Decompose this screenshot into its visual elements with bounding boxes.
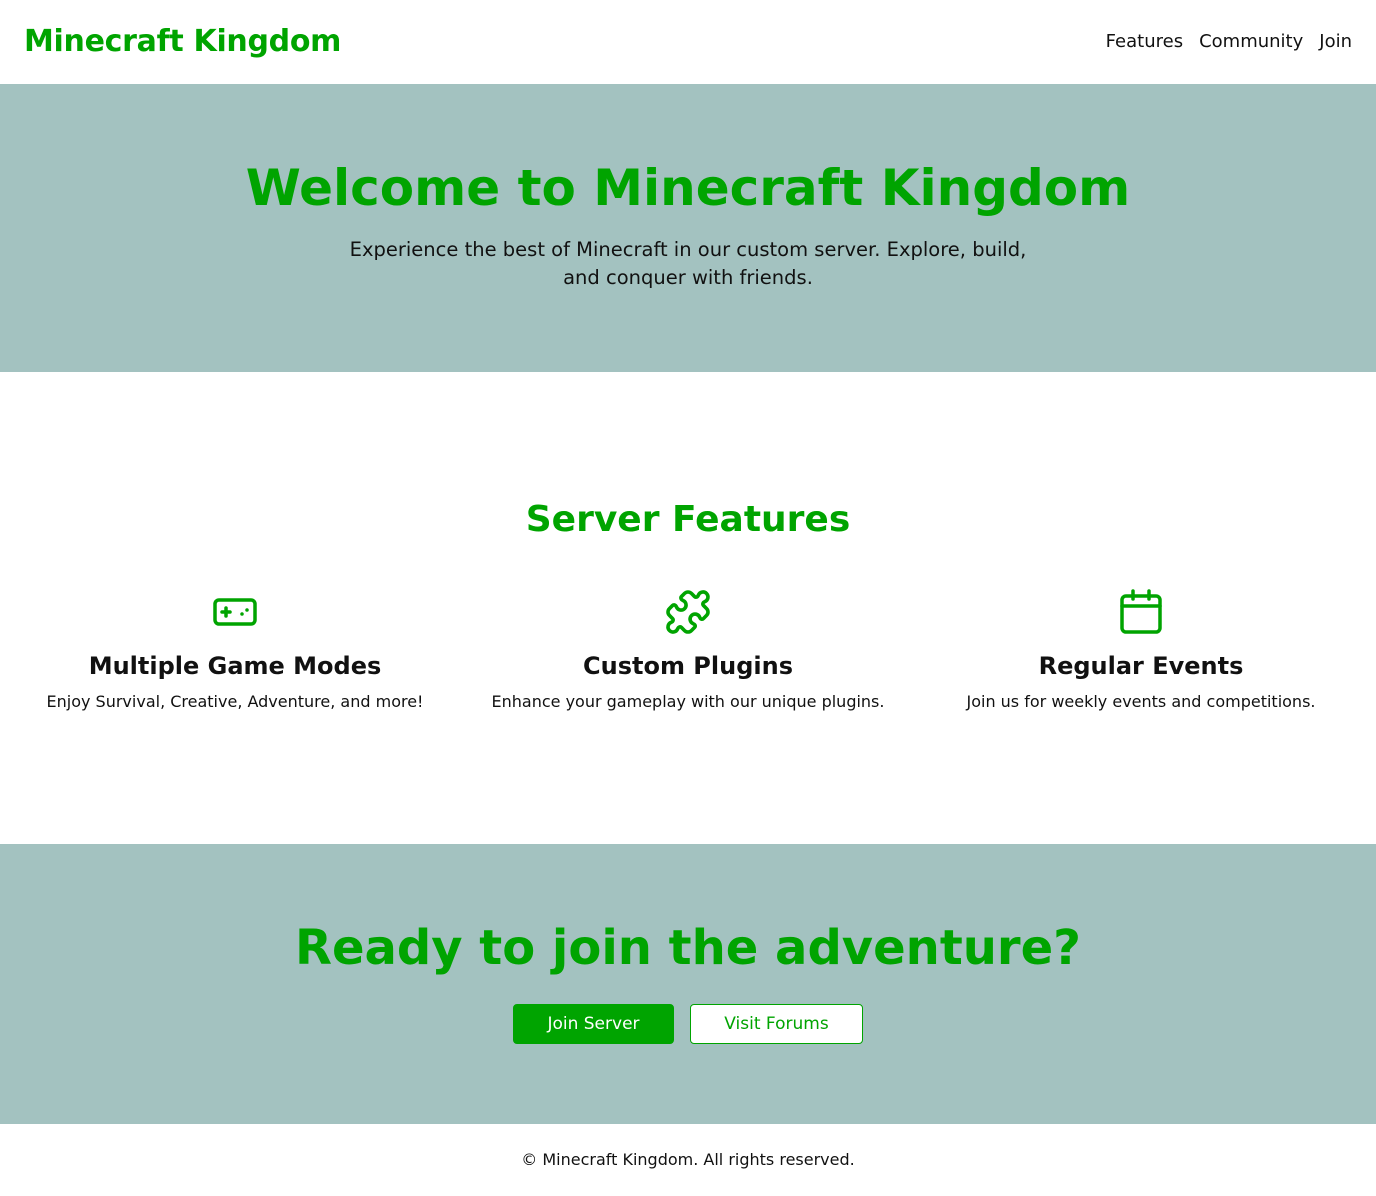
features-title: Server Features [525,499,851,540]
nav-link-features[interactable]: Features [1106,28,1183,56]
nav-link-join[interactable]: Join [1319,28,1352,56]
feature-card-game-modes: Multiple Game Modes Enjoy Survival, Crea… [9,588,461,714]
site-footer: © Minecraft Kingdom. All rights reserved… [0,1124,1376,1196]
cta-buttons: Join Server Visit Forums [0,1004,1376,1044]
feature-description: Join us for weekly events and competitio… [966,692,1316,711]
cta-title: Ready to join the adventure? [295,920,1081,976]
features-section: Server Features Multiple Game Modes Enjo… [0,372,1376,844]
feature-card-plugins: Custom Plugins Enhance your gameplay wit… [462,588,914,714]
calendar-icon [1117,588,1165,636]
brand-logo-link[interactable]: Minecraft Kingdom [24,22,341,62]
hero-section: Welcome to Minecraft Kingdom Experience … [0,84,1376,372]
nav-link-community[interactable]: Community [1199,28,1303,56]
main-nav: Features Community Join [1106,28,1352,56]
feature-title: Custom Plugins [583,652,793,680]
hero-subtitle: Experience the best of Minecraft in our … [349,238,1027,289]
feature-title: Regular Events [1038,652,1244,680]
hero-title: Welcome to Minecraft Kingdom [245,159,1131,217]
feature-title: Multiple Game Modes [88,652,382,680]
cta-section: Ready to join the adventure? Join Server… [0,844,1376,1124]
visit-forums-button[interactable]: Visit Forums [690,1004,863,1044]
join-server-button[interactable]: Join Server [513,1004,674,1044]
gamepad-icon [211,588,259,636]
copyright-text: © Minecraft Kingdom. All rights reserved… [521,1150,855,1169]
feature-description: Enhance your gameplay with our unique pl… [491,692,885,711]
puzzle-icon [664,588,712,636]
site-header: Minecraft Kingdom Features Community Joi… [0,0,1376,84]
feature-description: Enjoy Survival, Creative, Adventure, and… [46,692,424,711]
feature-card-events: Regular Events Join us for weekly events… [915,588,1367,714]
